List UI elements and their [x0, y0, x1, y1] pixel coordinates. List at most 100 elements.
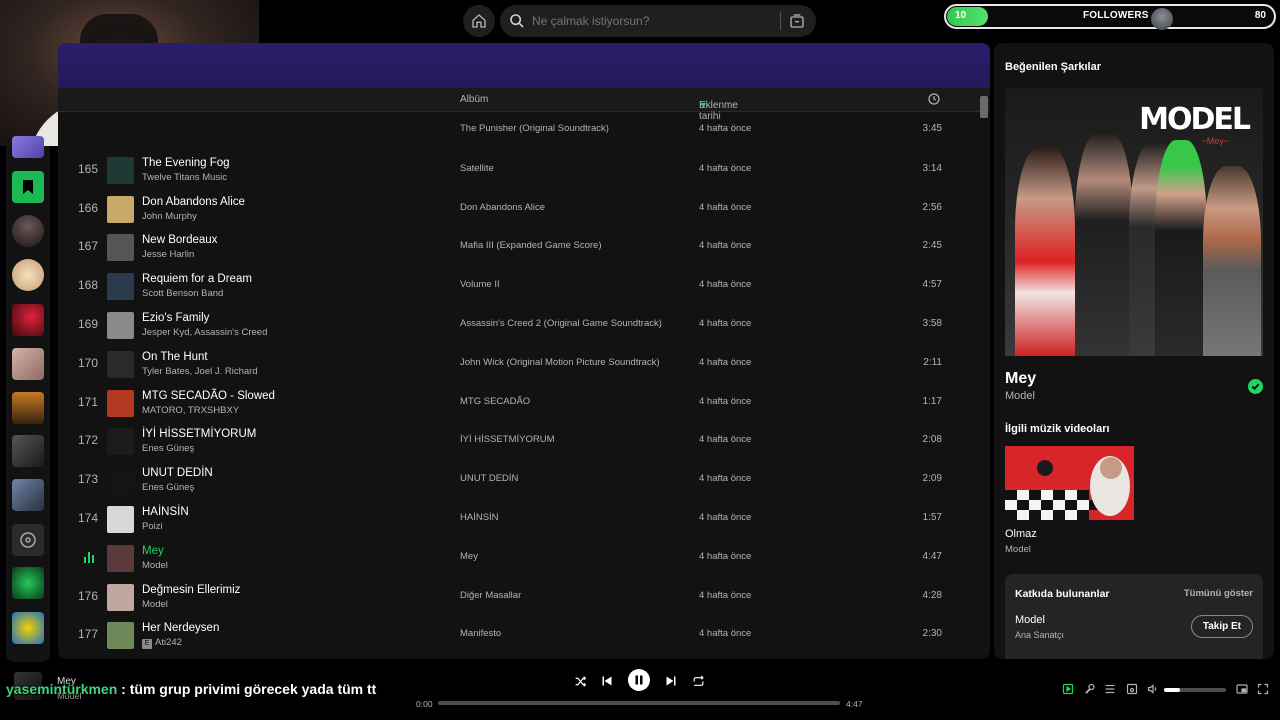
search-input[interactable]: [532, 14, 772, 28]
track-row[interactable]: 172 İYİ HİSSETMİYORUM Enes Güneş İYİ HİSSET…: [58, 422, 978, 461]
sidebar-item-playlist[interactable]: [12, 136, 44, 158]
track-title[interactable]: New Bordeaux: [142, 234, 217, 246]
track-title[interactable]: Ezio's Family: [142, 312, 209, 324]
track-album[interactable]: Mey: [460, 551, 478, 562]
search-bar: [500, 5, 816, 37]
sidebar-item-saved[interactable]: [12, 171, 44, 203]
track-title[interactable]: İYİ HİSSETMİYORUM: [142, 428, 256, 440]
browse-icon[interactable]: [789, 13, 805, 29]
track-artist-name[interactable]: Ati242: [155, 637, 182, 648]
track-album[interactable]: The Punisher (Original Soundtrack): [460, 123, 609, 134]
track-album[interactable]: Diğer Masallar: [460, 590, 521, 601]
track-title[interactable]: Don Abandons Alice: [142, 196, 245, 208]
track-album[interactable]: Mafia III (Expanded Game Score): [460, 240, 602, 251]
video-thumbnail[interactable]: [1005, 446, 1134, 520]
track-artist[interactable]: Jesse Harlin: [142, 249, 194, 260]
track-title[interactable]: Requiem for a Dream: [142, 273, 252, 285]
track-row[interactable]: 177 Her Nerdeysen E Ati242 Manifesto 4 hafta …: [58, 616, 978, 655]
pause-button[interactable]: [628, 669, 650, 691]
track-number: 165: [77, 161, 98, 176]
track-album[interactable]: HAİNSİN: [460, 512, 499, 523]
volume-slider[interactable]: [1164, 688, 1226, 692]
lyrics-button[interactable]: [1083, 682, 1097, 696]
now-playing-view-button[interactable]: [1061, 682, 1075, 696]
track-album[interactable]: Satellite: [460, 163, 494, 174]
connect-device-button[interactable]: [1125, 682, 1139, 696]
track-row[interactable]: 165 The Evening Fog Twelve Titans Music Sat…: [58, 151, 978, 190]
track-row[interactable]: 174 HAİNSİN Poizi HAİNSİN 4 hafta önce 1:57: [58, 500, 978, 539]
track-row[interactable]: 167 New Bordeaux Jesse Harlin Mafia III (Ex…: [58, 228, 978, 267]
track-title[interactable]: Her Nerdeysen: [142, 622, 219, 634]
scrollbar-thumb[interactable]: [980, 96, 988, 118]
track-title[interactable]: On The Hunt: [142, 351, 208, 363]
now-playing-title[interactable]: Mey: [1005, 370, 1036, 388]
track-artist[interactable]: Twelve Titans Music: [142, 172, 227, 183]
sidebar-item-artist[interactable]: [12, 259, 44, 291]
mute-button[interactable]: [1146, 682, 1160, 696]
column-album[interactable]: Albüm: [460, 94, 488, 105]
track-artist[interactable]: Model: [142, 560, 168, 571]
column-duration[interactable]: [928, 93, 940, 108]
track-artist[interactable]: John Murphy: [142, 211, 197, 222]
track-album[interactable]: UNUT DEDİN: [460, 473, 518, 484]
track-row[interactable]: 169 Ezio's Family Jesper Kyd, Assassin's C…: [58, 306, 978, 345]
track-album[interactable]: Manifesto: [460, 628, 501, 639]
track-row[interactable]: 166 Don Abandons Alice John Murphy Don Aban…: [58, 190, 978, 229]
track-album[interactable]: Volume II: [460, 279, 500, 290]
follow-button[interactable]: Takip Et: [1190, 615, 1253, 638]
track-title[interactable]: UNUT DEDİN: [142, 467, 213, 479]
track-artist[interactable]: Enes Güneş: [142, 443, 194, 454]
sidebar-item-playlist[interactable]: [12, 392, 44, 424]
track-row[interactable]: The Punisher (Original Soundtrack) 4 haft…: [58, 111, 978, 150]
track-title[interactable]: Değmesin Ellerimiz: [142, 584, 240, 596]
track-album[interactable]: İYİ HİSSETMİYORUM: [460, 434, 554, 445]
fullscreen-button[interactable]: [1256, 682, 1270, 696]
credit-name[interactable]: Model: [1015, 614, 1045, 626]
show-all-link[interactable]: Tümünü göster: [1184, 588, 1253, 599]
sidebar-item-playlist[interactable]: [12, 435, 44, 467]
saved-check-button[interactable]: [1248, 379, 1263, 394]
track-row[interactable]: 170 On The Hunt Tyler Bates, Joel J. Richa…: [58, 345, 978, 384]
sidebar-item-playlist[interactable]: [12, 348, 44, 380]
video-title[interactable]: Olmaz: [1005, 528, 1037, 540]
queue-button[interactable]: [1103, 682, 1117, 696]
track-album[interactable]: MTG SECADÃO: [460, 396, 530, 407]
track-artist[interactable]: Model: [142, 599, 168, 610]
track-album[interactable]: Assassin's Creed 2 (Original Game Soundt…: [460, 318, 662, 329]
track-title[interactable]: Mey: [142, 545, 164, 557]
track-artist[interactable]: Tyler Bates, Joel J. Richard: [142, 366, 258, 377]
track-artist[interactable]: Poizi: [142, 521, 163, 532]
next-button[interactable]: [663, 673, 679, 689]
track-title[interactable]: MTG SECADÃO - Slowed: [142, 390, 275, 402]
sidebar-item-playlist[interactable]: [12, 479, 44, 511]
track-row[interactable]: 173 UNUT DEDİN Enes Güneş UNUT DEDİN 4 hafta…: [58, 461, 978, 500]
previous-button[interactable]: [599, 673, 615, 689]
track-album[interactable]: Don Abandons Alice: [460, 202, 545, 213]
track-artist[interactable]: E Ati242: [142, 637, 182, 650]
track-album[interactable]: John Wick (Original Motion Picture Sound…: [460, 357, 660, 368]
now-playing-context-title[interactable]: Beğenilen Şarkılar: [1005, 61, 1101, 73]
track-row[interactable]: 171 MTG SECADÃO - Slowed MATORO, TRXSHBXY M…: [58, 384, 978, 423]
sidebar-item-playlist[interactable]: [12, 304, 44, 336]
sidebar-item-playlist[interactable]: [12, 612, 44, 644]
track-date-added: 4 hafta önce: [699, 473, 752, 485]
track-artist[interactable]: Scott Benson Band: [142, 288, 223, 299]
track-title[interactable]: HAİNSİN: [142, 506, 189, 518]
miniplayer-button[interactable]: [1235, 682, 1249, 696]
playback-progress-bar[interactable]: [438, 701, 840, 705]
repeat-button[interactable]: [690, 673, 706, 689]
sidebar-item-artist[interactable]: [12, 215, 44, 247]
shuffle-button[interactable]: [572, 673, 588, 689]
track-row[interactable]: 168 Requiem for a Dream Scott Benson Band V…: [58, 267, 978, 306]
track-row[interactable]: 176 Değmesin Ellerimiz Model Diğer Masallar…: [58, 578, 978, 617]
track-title[interactable]: The Evening Fog: [142, 157, 230, 169]
video-artist[interactable]: Model: [1005, 544, 1031, 555]
sidebar-item-local-files[interactable]: [12, 524, 44, 556]
now-playing-artist[interactable]: Model: [1005, 390, 1035, 402]
track-artist[interactable]: MATORO, TRXSHBXY: [142, 405, 239, 416]
home-button[interactable]: [463, 5, 495, 37]
track-row[interactable]: Mey Model Mey 4 hafta önce 4:47: [58, 539, 978, 578]
track-artist[interactable]: Enes Güneş: [142, 482, 194, 493]
sidebar-item-playlist[interactable]: [12, 567, 44, 599]
track-artist[interactable]: Jesper Kyd, Assassin's Creed: [142, 327, 267, 338]
